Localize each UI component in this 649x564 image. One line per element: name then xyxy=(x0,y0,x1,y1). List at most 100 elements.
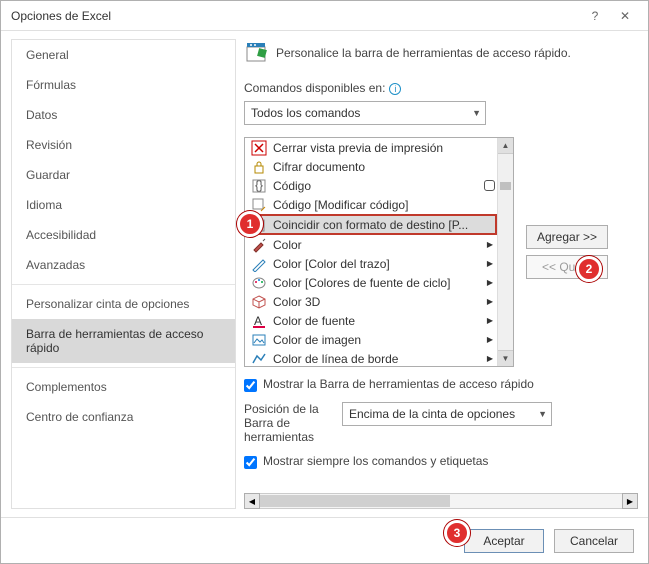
cube-icon xyxy=(251,294,267,310)
dialog-body: GeneralFórmulasDatosRevisiónGuardarIdiom… xyxy=(1,31,648,517)
command-item[interactable]: {} Código xyxy=(245,176,497,195)
cancel-button[interactable]: Cancelar xyxy=(554,529,634,553)
chevron-down-icon: ▼ xyxy=(538,409,547,419)
command-label: Código xyxy=(273,179,311,193)
command-item[interactable]: Código [Modificar código] xyxy=(245,195,497,214)
command-label: Color de línea de borde xyxy=(273,352,398,366)
close-red-icon xyxy=(251,140,267,156)
command-item[interactable]: Color [Colores de fuente de ciclo] ▶ xyxy=(245,273,497,292)
panel-header-text: Personalice la barra de herramientas de … xyxy=(276,46,571,60)
svg-text:{}: {} xyxy=(255,178,263,192)
palette-icon xyxy=(251,275,267,291)
code-edit-icon xyxy=(251,197,267,213)
submenu-icon: ▶ xyxy=(487,297,493,306)
qat-customize-icon xyxy=(244,41,268,65)
pen-icon xyxy=(251,256,267,272)
show-qat-checkbox[interactable] xyxy=(244,379,257,392)
command-item[interactable]: Cerrar vista previa de impresión xyxy=(245,138,497,157)
commands-row: Cerrar vista previa de impresión Cifrar d… xyxy=(244,137,638,367)
list-vscroll[interactable]: ▲ ▼ xyxy=(497,138,513,366)
submenu-icon: ▶ xyxy=(487,354,493,363)
help-button[interactable]: ? xyxy=(580,4,610,28)
show-labels-label: Mostrar siempre los comandos y etiquetas xyxy=(263,454,488,468)
sidebar-item-3[interactable]: Revisión xyxy=(12,130,235,160)
dropdown-square-icon xyxy=(484,180,495,191)
command-item[interactable]: Cifrar documento xyxy=(245,157,497,176)
sidebar-item-9[interactable]: Barra de herramientas de acceso rápido xyxy=(12,319,235,363)
hscroll-track[interactable] xyxy=(260,493,622,509)
ok-button[interactable]: Aceptar xyxy=(464,529,544,553)
sidebar-item-2[interactable]: Datos xyxy=(12,100,235,130)
position-label: Posición de la Barra de herramientas xyxy=(244,402,334,444)
submenu-icon: ▶ xyxy=(487,316,493,325)
sidebar-item-5[interactable]: Idioma xyxy=(12,190,235,220)
info-icon[interactable]: i xyxy=(389,83,401,95)
sidebar-item-1[interactable]: Fórmulas xyxy=(12,70,235,100)
sidebar-item-10[interactable]: Complementos xyxy=(12,372,235,402)
add-button[interactable]: Agregar >> xyxy=(526,225,608,249)
panel-header: Personalice la barra de herramientas de … xyxy=(244,39,638,71)
brush-icon xyxy=(251,237,267,253)
position-row: Posición de la Barra de herramientas Enc… xyxy=(244,402,638,444)
titlebar: Opciones de Excel ? ✕ xyxy=(1,1,648,31)
sidebar-item-4[interactable]: Guardar xyxy=(12,160,235,190)
window-title: Opciones de Excel xyxy=(11,9,580,23)
font-a-icon: A xyxy=(251,313,267,329)
available-commands-label: Comandos disponibles en:i xyxy=(244,81,638,95)
callout-2: 2 xyxy=(576,256,602,282)
command-label: Color [Color del trazo] xyxy=(273,257,390,271)
submenu-icon: ▶ xyxy=(487,259,493,268)
sidebar-item-8[interactable]: Personalizar cinta de opciones xyxy=(12,289,235,319)
hscroll-thumb[interactable] xyxy=(260,495,450,507)
submenu-icon: ▶ xyxy=(487,278,493,287)
command-label: Color 3D xyxy=(273,295,320,309)
line-chart-icon xyxy=(251,351,267,367)
callout-3: 3 xyxy=(444,520,470,546)
show-qat-label: Mostrar la Barra de herramientas de acce… xyxy=(263,377,534,391)
command-item[interactable]: AColor de fuente▶ xyxy=(245,311,497,330)
show-labels-checkbox[interactable] xyxy=(244,456,257,469)
hscroll-right-icon[interactable]: ▶ xyxy=(622,493,638,509)
sidebar-item-11[interactable]: Centro de confianza xyxy=(12,402,235,432)
excel-options-dialog: Opciones de Excel ? ✕ GeneralFórmulasDat… xyxy=(0,0,649,564)
command-label: Código [Modificar código] xyxy=(273,198,408,212)
commands-listbox[interactable]: Cerrar vista previa de impresión Cifrar d… xyxy=(244,137,514,367)
command-item[interactable]: Color [Color del trazo] ▶ xyxy=(245,254,497,273)
command-item[interactable]: Color 3D ▶ xyxy=(245,292,497,311)
sidebar-item-7[interactable]: Avanzadas xyxy=(12,250,235,280)
submenu-icon: ▶ xyxy=(487,335,493,344)
command-item[interactable]: Color de imagen ▶ xyxy=(245,330,497,349)
available-commands-combo[interactable]: Todos los comandos ▼ xyxy=(244,101,486,125)
submenu-icon: ▶ xyxy=(487,240,493,249)
combo-value: Todos los comandos xyxy=(251,106,360,120)
command-label: Cifrar documento xyxy=(273,160,365,174)
dialog-footer: Aceptar Cancelar xyxy=(1,517,648,563)
command-label: Color [Colores de fuente de ciclo] xyxy=(273,276,450,290)
lock-icon xyxy=(251,159,267,175)
scroll-up-icon[interactable]: ▲ xyxy=(498,138,513,154)
command-label: Coincidir con formato de destino [P... xyxy=(273,218,468,232)
callout-1: 1 xyxy=(237,211,263,237)
close-button[interactable]: ✕ xyxy=(610,4,640,28)
scroll-thumb[interactable] xyxy=(500,182,511,190)
code-icon: {} xyxy=(251,178,267,194)
command-item[interactable]: Color de línea de borde ▶ xyxy=(245,349,497,366)
command-item[interactable]: Color ▶ xyxy=(245,235,497,254)
position-combo[interactable]: Encima de la cinta de opciones ▼ xyxy=(342,402,552,426)
command-label: Color xyxy=(273,238,302,252)
chevron-down-icon: ▼ xyxy=(472,108,481,118)
sidebar-item-6[interactable]: Accesibilidad xyxy=(12,220,235,250)
sidebar-item-0[interactable]: General xyxy=(12,40,235,70)
svg-text:A: A xyxy=(254,314,262,328)
show-labels-checkbox-row[interactable]: Mostrar siempre los comandos y etiquetas xyxy=(244,454,638,469)
hscroll-left-icon[interactable]: ◀ xyxy=(244,493,260,509)
command-label: Color de imagen xyxy=(273,333,361,347)
command-label: Cerrar vista previa de impresión xyxy=(273,141,443,155)
category-sidebar: GeneralFórmulasDatosRevisiónGuardarIdiom… xyxy=(11,39,236,509)
panel-hscroll[interactable]: ◀ ▶ xyxy=(244,493,638,509)
show-qat-checkbox-row[interactable]: Mostrar la Barra de herramientas de acce… xyxy=(244,377,638,392)
scroll-down-icon[interactable]: ▼ xyxy=(498,350,513,366)
image-icon xyxy=(251,332,267,348)
command-item[interactable]: Coincidir con formato de destino [P... xyxy=(245,214,497,235)
position-value: Encima de la cinta de opciones xyxy=(349,407,515,421)
